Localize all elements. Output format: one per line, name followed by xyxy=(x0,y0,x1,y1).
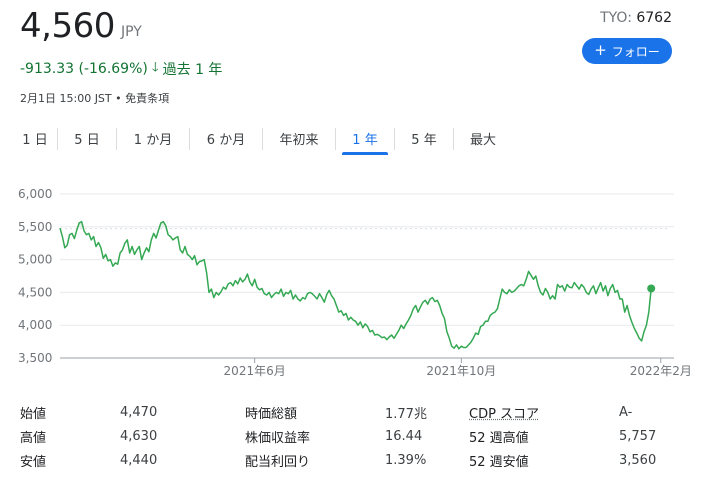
tab-label: 6 か月 xyxy=(206,133,246,148)
stat-value: 5,757 xyxy=(619,428,657,444)
stat-label: 高値 xyxy=(20,430,47,446)
tab-range-3[interactable]: 6 か月 xyxy=(190,124,262,155)
tab-label: 5 年 xyxy=(411,133,437,148)
currency-label: JPY xyxy=(121,24,142,40)
stat-label: 52 週高値 xyxy=(469,430,529,446)
change-value: -913.33 (-16.69%) xyxy=(20,61,148,77)
follow-button[interactable]: + フォロー xyxy=(582,38,672,64)
y-tick-label: 3,500 xyxy=(18,351,52,365)
arrow-down-icon: 🡓 xyxy=(151,60,159,75)
tab-label: 1 か月 xyxy=(133,133,173,148)
y-tick-label: 5,500 xyxy=(18,220,52,234)
stat-value: 4,440 xyxy=(120,452,158,468)
x-tick-label: 2022年2月 xyxy=(630,364,692,378)
area-fill xyxy=(60,221,652,229)
ticker-code: 6762 xyxy=(636,10,672,26)
range-tabs: 1 日 5 日 1 か月 6 か月 年初来 1 年 5 年 最大 xyxy=(13,124,512,156)
stat-label: 始値 xyxy=(20,406,47,422)
tab-label: 年初来 xyxy=(279,133,319,148)
tab-label: 最大 xyxy=(469,133,496,148)
ticker-exchange: TYO: xyxy=(600,10,632,26)
tab-range-1[interactable]: 5 日 xyxy=(58,124,116,155)
stat-label: 株価収益率 xyxy=(245,430,311,446)
stat-label[interactable]: CDP スコア xyxy=(469,403,619,422)
tab-range-4[interactable]: 年初来 xyxy=(263,124,335,155)
stat-value: A- xyxy=(619,404,633,420)
x-tick-label: 2021年6月 xyxy=(224,364,286,378)
ticker-symbol: TYO: 6762 xyxy=(600,10,672,26)
y-tick-label: 4,500 xyxy=(18,285,52,299)
stat-label: 52 週安値 xyxy=(469,454,529,470)
stats-row: 高値 4,630 株価収益率 16.44 52 週高値 5,757 xyxy=(20,424,690,448)
stats-row: 安値 4,440 配当利回り 1.39% 52 週安値 3,560 xyxy=(20,448,690,472)
tab-label: 1 年 xyxy=(352,133,378,148)
stat-value: 1.39% xyxy=(385,452,427,468)
y-tick-label: 5,000 xyxy=(18,253,52,267)
stat-value: 4,630 xyxy=(120,428,158,444)
last-price-marker xyxy=(647,284,656,293)
stat-value: 3,560 xyxy=(619,452,657,468)
current-price: 4,560 xyxy=(20,6,115,46)
tab-range-2[interactable]: 1 か月 xyxy=(117,124,189,155)
plus-icon: + xyxy=(594,41,607,59)
stats-table: 始値 4,470 時価総額 1.77兆 CDP スコア A- 高値 4,630 株価収益率 16.… xyxy=(20,400,690,472)
stat-value: 4,470 xyxy=(120,404,158,420)
price-change: -913.33 (-16.69%) 🡓 過去 1 年 xyxy=(20,58,222,80)
timestamp-disclaimer[interactable]: 2月1日 15:00 JST • 免責条項 xyxy=(20,90,169,106)
stats-row: 始値 4,470 時価総額 1.77兆 CDP スコア A- xyxy=(20,400,690,424)
tab-label: 1 日 xyxy=(22,133,48,148)
y-tick-label: 4,000 xyxy=(18,318,52,332)
price-line xyxy=(59,220,652,350)
tab-label: 5 日 xyxy=(74,133,100,148)
change-period: 過去 1 年 xyxy=(162,62,223,78)
y-tick-label: 6,000 xyxy=(18,187,52,201)
follow-label: フォロー xyxy=(611,44,660,59)
stat-label: 安値 xyxy=(20,454,47,470)
stat-label: 配当利回り xyxy=(245,454,311,470)
x-tick-label: 2021年10月 xyxy=(426,364,496,378)
tab-range-6[interactable]: 5 年 xyxy=(395,124,453,155)
tab-range-5[interactable]: 1 年 xyxy=(336,124,394,155)
stat-value: 1.77兆 xyxy=(385,406,427,422)
price-chart: 3,500 4,000 4,500 5,000 5,500 6,000 2021年6月 202… xyxy=(18,187,692,378)
tab-range-0[interactable]: 1 日 xyxy=(13,124,57,155)
stat-value: 16.44 xyxy=(385,428,423,444)
stat-label: 時価総額 xyxy=(245,406,298,422)
tab-range-7[interactable]: 最大 xyxy=(454,124,512,155)
